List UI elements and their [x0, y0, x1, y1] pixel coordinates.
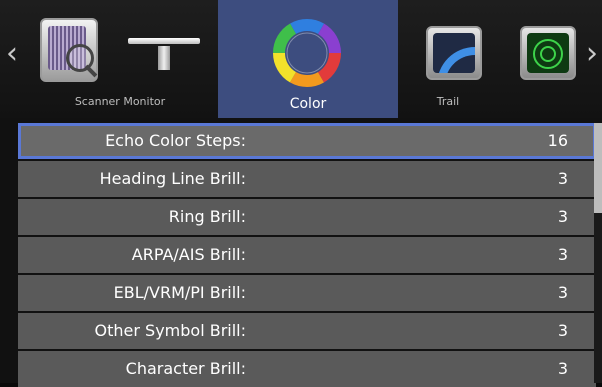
next-tab-arrow-icon[interactable]: › [584, 36, 600, 72]
setting-label: Heading Line Brill: [99, 169, 246, 188]
radar-icon [520, 26, 576, 80]
setting-row-character-brill[interactable]: Character Brill: 3 [18, 351, 596, 387]
list-scrollbar[interactable] [594, 123, 602, 383]
settings-window: ‹ Scanner Monitor Color Trail › Echo Col… [0, 0, 602, 387]
setting-value: 3 [557, 283, 568, 302]
setting-row-heading-line-brill[interactable]: Heading Line Brill: 3 [18, 161, 596, 197]
tab-label: Color [289, 96, 327, 112]
setting-value: 3 [557, 245, 568, 264]
setting-row-ring-brill[interactable]: Ring Brill: 3 [18, 199, 596, 235]
setting-value: 3 [557, 169, 568, 188]
setting-label: Other Symbol Brill: [94, 321, 246, 340]
settings-list: Echo Color Steps: 16 Heading Line Brill:… [18, 123, 598, 387]
setting-label: Character Brill: [125, 359, 246, 378]
setting-label: Echo Color Steps: [105, 131, 246, 150]
trail-icon [426, 26, 482, 80]
setting-value: 3 [557, 321, 568, 340]
scanner-icon [40, 18, 98, 82]
previous-tab-arrow-icon[interactable]: ‹ [4, 36, 20, 72]
tab-scanner-monitor[interactable]: Scanner Monitor [20, 0, 220, 118]
setting-value: 3 [557, 207, 568, 226]
tab-radar[interactable] [500, 0, 580, 118]
tab-color[interactable]: Color [218, 0, 398, 118]
setting-label: ARPA/AIS Brill: [131, 245, 246, 264]
setting-row-ebl-vrm-pi-brill[interactable]: EBL/VRM/PI Brill: 3 [18, 275, 596, 311]
scrollbar-thumb[interactable] [594, 123, 602, 213]
tab-bar: ‹ Scanner Monitor Color Trail › [0, 0, 602, 118]
monitor-icon [128, 38, 200, 72]
setting-label: EBL/VRM/PI Brill: [113, 283, 246, 302]
setting-label: Ring Brill: [168, 207, 246, 226]
tab-label: Scanner Monitor [74, 95, 166, 108]
tab-label: Trail [436, 95, 460, 108]
setting-row-arpa-ais-brill[interactable]: ARPA/AIS Brill: 3 [18, 237, 596, 273]
setting-value: 3 [557, 359, 568, 378]
setting-value: 16 [547, 131, 568, 150]
color-wheel-icon [273, 19, 341, 87]
tab-trail[interactable]: Trail [398, 0, 498, 118]
setting-row-echo-color-steps[interactable]: Echo Color Steps: 16 [18, 123, 596, 159]
setting-row-other-symbol-brill[interactable]: Other Symbol Brill: 3 [18, 313, 596, 349]
